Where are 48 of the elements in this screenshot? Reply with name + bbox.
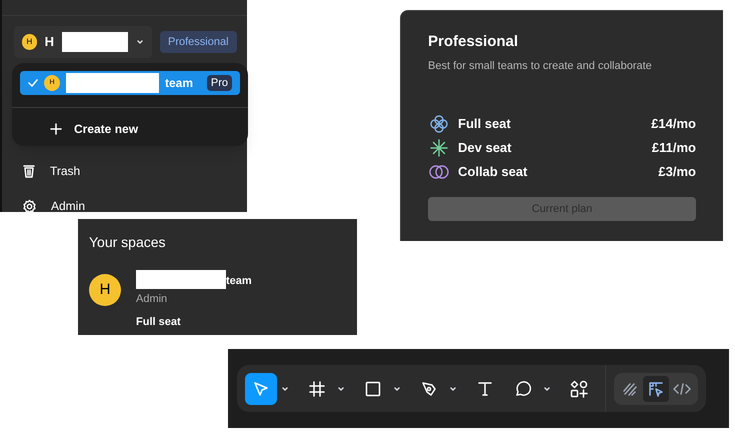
- plan-subtitle: Best for small teams to create and collaborate: [428, 58, 653, 74]
- space-role: Admin: [136, 292, 168, 307]
- seat-price: £14/mo: [651, 114, 696, 133]
- ruler-pointer-icon: [648, 380, 664, 396]
- nav-item[interactable]: Trash: [22, 162, 86, 180]
- sparkle-icon: [429, 138, 449, 158]
- seat-price: £3/mo: [658, 162, 696, 181]
- comment-icon: [514, 380, 532, 397]
- caret-icon[interactable]: [136, 39, 144, 45]
- square-icon: [365, 380, 381, 396]
- trash-icon: [22, 164, 36, 178]
- plus-icon: [50, 123, 62, 135]
- plan-badge: Professional: [160, 30, 237, 54]
- space-seat: Full seat: [136, 314, 252, 330]
- text-icon: [477, 380, 493, 396]
- seat-name: Dev seat: [458, 138, 512, 157]
- spaces-title: Your spaces: [89, 233, 167, 252]
- shapes-icon: [570, 380, 588, 398]
- checkmark-icon: [28, 79, 38, 87]
- workspace-switcher[interactable]: H H: [14, 26, 152, 58]
- plan-title: Professional: [428, 32, 520, 52]
- pointer-icon: [252, 380, 270, 398]
- caret-icon[interactable]: [543, 386, 551, 392]
- clover-icon: [429, 114, 449, 134]
- settings-icon: [22, 198, 37, 214]
- avatar: H: [22, 34, 37, 50]
- team-name: team: [165, 75, 194, 92]
- caret-icon[interactable]: [393, 386, 401, 392]
- code-icon: [673, 382, 691, 396]
- pen-icon: [420, 380, 438, 398]
- seat-name: Full seat: [458, 114, 511, 133]
- scribble-icon: [622, 380, 638, 396]
- nav-item[interactable]: Admin: [22, 197, 86, 215]
- create-new-item[interactable]: Create new: [12, 120, 248, 138]
- tool-button[interactable]: [245, 372, 277, 404]
- seat-name: Collab seat: [458, 162, 528, 181]
- seat-price: £11/mo: [652, 138, 696, 157]
- rings-icon: [428, 162, 450, 180]
- redaction-block: [62, 32, 128, 52]
- mode-button[interactable]: [643, 376, 669, 402]
- pro-badge: Pro: [206, 74, 232, 92]
- workspace-name: H: [44, 33, 54, 52]
- caret-icon[interactable]: [449, 386, 457, 392]
- space-name: team: [226, 274, 252, 288]
- caret-icon[interactable]: [337, 386, 345, 392]
- avatar: H: [89, 274, 121, 306]
- frame-icon: [309, 380, 325, 396]
- caret-icon[interactable]: [281, 386, 289, 392]
